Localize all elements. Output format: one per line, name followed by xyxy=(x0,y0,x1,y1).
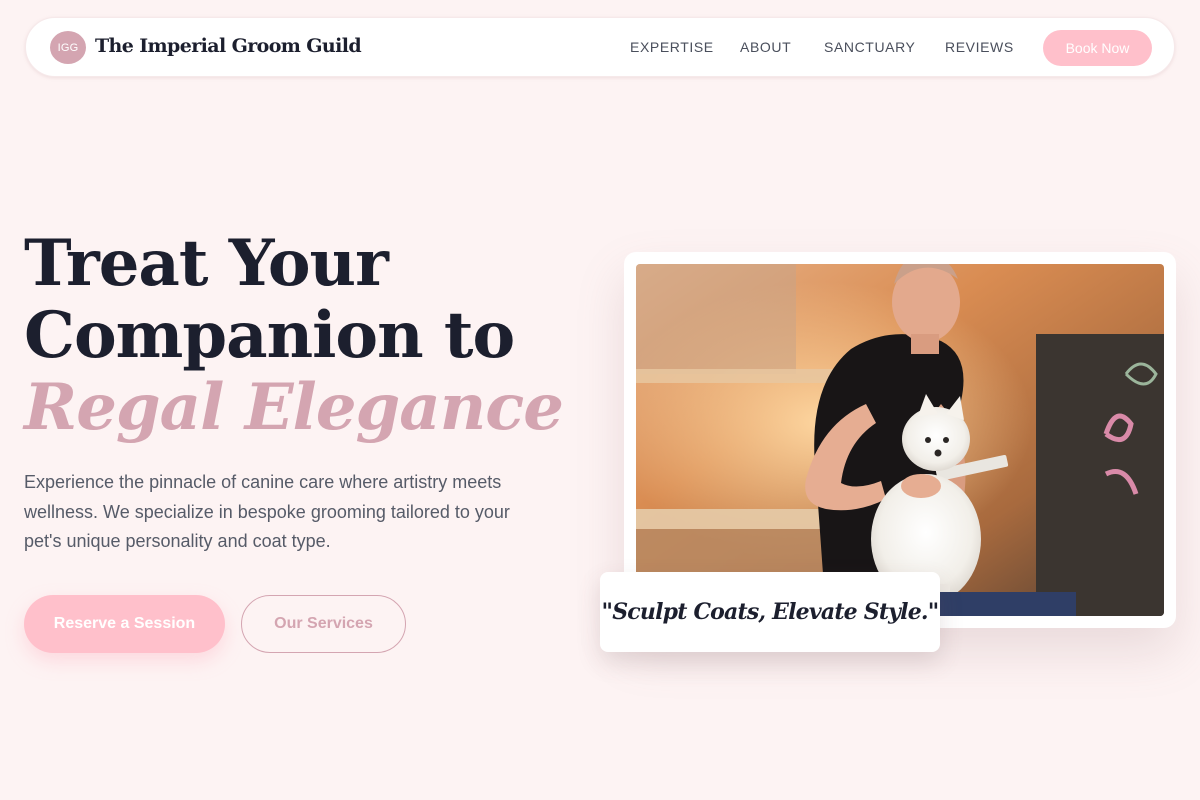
headline-line-2: Companion to xyxy=(24,298,515,373)
hero-headline: Treat Your Companion to Regal Elegance xyxy=(24,226,564,445)
hero-description: Experience the pinnacle of canine care w… xyxy=(24,472,510,551)
headline-line-1: Treat Your xyxy=(24,226,389,301)
nav-link-about[interactable]: ABOUT xyxy=(740,39,791,55)
headline-accent: Regal Elegance xyxy=(24,370,564,445)
quote-card: "Sculpt Coats, Elevate Style." xyxy=(600,572,940,652)
groomer-with-dog-photo xyxy=(636,264,1164,616)
reserve-session-button[interactable]: Reserve a Session xyxy=(24,595,225,653)
top-navigation: IGG The Imperial Groom Guild EXPERTISE A… xyxy=(25,17,1175,77)
logo-badge[interactable]: IGG xyxy=(50,31,86,64)
brand-name[interactable]: The Imperial Groom Guild xyxy=(95,35,362,57)
quote-text: "Sculpt Coats, Elevate Style." xyxy=(601,599,940,625)
our-services-button[interactable]: Our Services xyxy=(241,595,406,653)
nav-link-sanctuary[interactable]: SANCTUARY xyxy=(824,39,916,55)
book-now-button[interactable]: Book Now xyxy=(1043,30,1152,66)
nav-link-reviews[interactable]: REVIEWS xyxy=(945,39,1014,55)
nav-link-expertise[interactable]: EXPERTISE xyxy=(630,39,714,55)
